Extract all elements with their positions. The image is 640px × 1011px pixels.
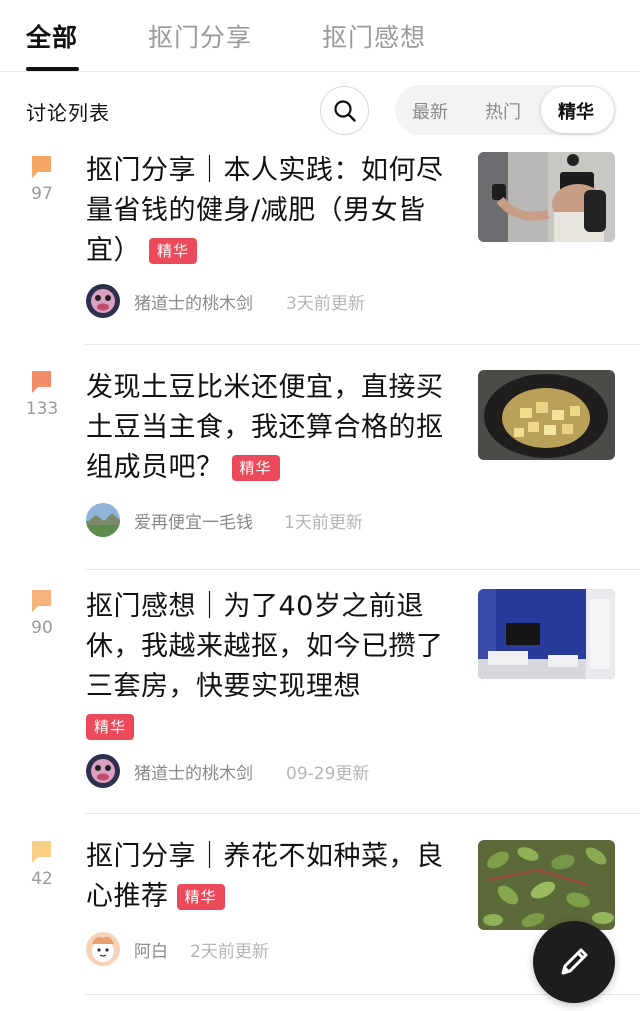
author-name[interactable]: 阿白 <box>134 937 168 962</box>
section-title: 讨论列表 <box>26 101 110 125</box>
reply-count: 133 <box>25 399 59 419</box>
pencil-icon <box>561 948 588 975</box>
reply-count-icon <box>31 371 51 393</box>
post-title[interactable]: 抠门感想｜为了40岁之前退休，我越来越抠，如今已攒了三套房，快要实现理想精华 <box>86 587 462 747</box>
post-title-text: 抠门分享｜本人实践：如何尽量省钱的健身/减肥（男女皆宜） <box>86 155 444 266</box>
avatar[interactable] <box>86 503 120 537</box>
featured-badge: 精华 <box>86 714 135 740</box>
post-title-text: 抠门分享｜养花不如种菜，良心推荐 <box>86 841 444 912</box>
divider <box>85 569 640 570</box>
sort-featured-label: 精华 <box>558 102 594 123</box>
updated-time: 1天前更新 <box>284 513 363 533</box>
reply-count: 97 <box>31 184 53 204</box>
tab-all[interactable]: 全部 <box>26 18 78 54</box>
featured-badge: 精华 <box>176 884 225 910</box>
top-tab-bar: 全部 抠门分享 抠门感想 <box>0 0 640 72</box>
featured-badge: 精华 <box>231 455 280 481</box>
list-item[interactable]: 97 抠门分享｜本人实践：如何尽量省钱的健身/减肥（男女皆宜） 精华 猪道士的桃… <box>0 150 640 345</box>
post-thumbnail[interactable] <box>478 589 615 679</box>
list-item[interactable]: 133 发现土豆比米还便宜，直接买土豆当主食，我还算合格的抠组成员吧？ 精华 爱再… <box>0 365 640 570</box>
sort-hot[interactable]: 热门 <box>485 98 521 124</box>
featured-badge: 精华 <box>149 238 198 264</box>
sort-featured[interactable]: 精华 <box>541 87 614 133</box>
author-name[interactable]: 爱再便宜一毛钱 <box>134 508 253 533</box>
reply-count-icon <box>31 156 51 178</box>
post-thumbnail[interactable] <box>478 840 615 930</box>
search-icon <box>334 100 356 122</box>
post-title[interactable]: 抠门分享｜本人实践：如何尽量省钱的健身/减肥（男女皆宜） 精华 <box>86 151 462 271</box>
updated-time: 2天前更新 <box>190 942 269 962</box>
reply-count: 42 <box>31 869 53 889</box>
compose-button[interactable] <box>533 921 615 1003</box>
reply-count-icon <box>31 841 51 863</box>
tab-thoughts[interactable]: 抠门感想 <box>322 18 426 54</box>
divider <box>85 813 640 814</box>
search-button[interactable] <box>320 86 369 135</box>
avatar[interactable] <box>86 754 120 788</box>
discussion-list-header: 讨论列表 最新 热门 精华 <box>0 80 640 140</box>
post-title[interactable]: 抠门分享｜养花不如种菜，良心推荐 精华 <box>86 837 462 917</box>
post-title[interactable]: 发现土豆比米还便宜，直接买土豆当主食，我还算合格的抠组成员吧？ 精华 <box>86 368 462 488</box>
post-thumbnail[interactable] <box>478 152 615 242</box>
avatar[interactable] <box>86 284 120 318</box>
divider <box>85 344 640 345</box>
avatar[interactable] <box>86 932 120 966</box>
author-name[interactable]: 猪道士的桃木剑 <box>134 759 253 784</box>
list-item[interactable]: 90 抠门感想｜为了40岁之前退休，我越来越抠，如今已攒了三套房，快要实现理想精… <box>0 584 640 814</box>
sort-segmented-control: 最新 热门 精华 <box>395 85 616 135</box>
author-name[interactable]: 猪道士的桃木剑 <box>134 289 253 314</box>
reply-count: 90 <box>31 618 53 638</box>
updated-time: 3天前更新 <box>286 294 365 314</box>
reply-count-icon <box>31 590 51 612</box>
updated-time: 09-29更新 <box>286 764 370 784</box>
active-tab-indicator <box>26 67 79 71</box>
post-title-text: 抠门感想｜为了40岁之前退休，我越来越抠，如今已攒了三套房，快要实现理想 <box>86 591 444 702</box>
post-thumbnail[interactable] <box>478 370 615 460</box>
sort-latest[interactable]: 最新 <box>412 98 448 124</box>
tab-share[interactable]: 抠门分享 <box>148 18 252 54</box>
